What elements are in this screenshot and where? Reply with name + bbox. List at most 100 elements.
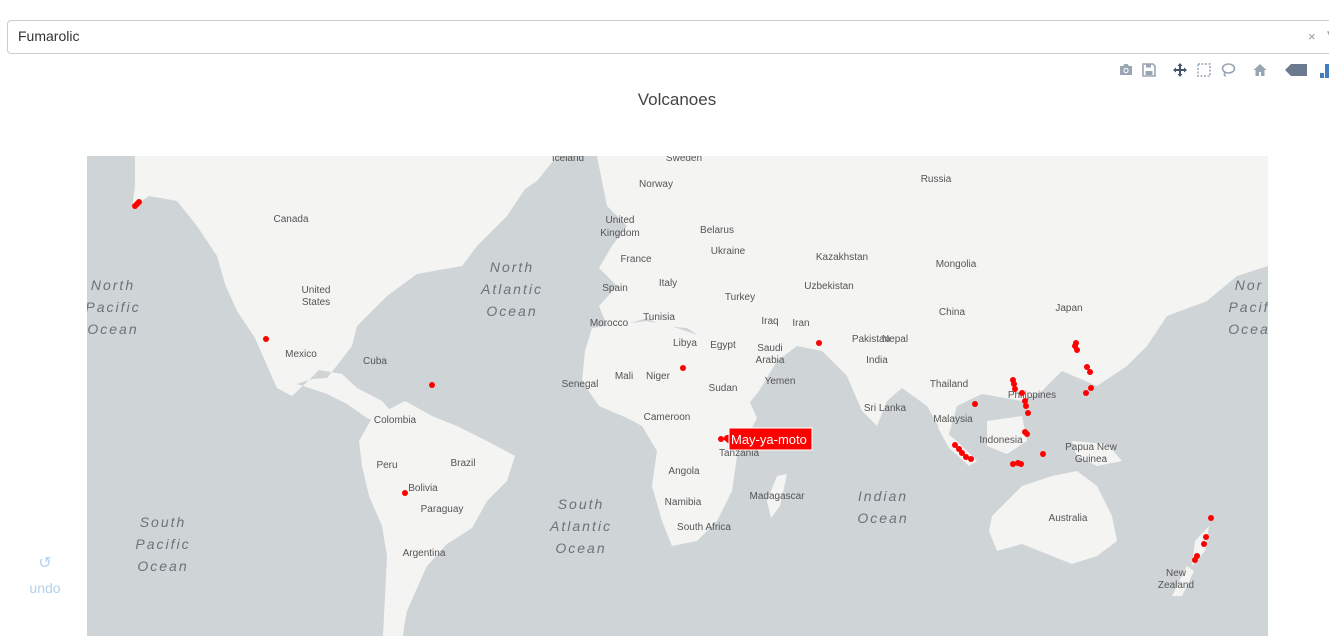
chart-title: Volcanoes xyxy=(637,90,717,109)
volcano-marker[interactable] xyxy=(1087,369,1093,375)
volcano-marker[interactable] xyxy=(402,490,408,496)
map-label: Saudi xyxy=(757,343,783,354)
undo-button[interactable]: ↺ undo xyxy=(25,555,65,597)
map-label: Ocea xyxy=(1228,321,1268,337)
map-label: Tunisia xyxy=(643,312,675,323)
map-label: Egypt xyxy=(710,340,736,351)
volcano-marker[interactable] xyxy=(972,401,978,407)
volcano-marker[interactable] xyxy=(1025,410,1031,416)
map-label: North xyxy=(490,259,534,275)
volcano-marker[interactable] xyxy=(1011,381,1017,387)
volcano-marker[interactable] xyxy=(1074,347,1080,353)
map-label: Atlantic xyxy=(480,281,543,297)
map-label: Pacific xyxy=(135,536,190,552)
save-icon[interactable] xyxy=(1139,60,1159,80)
volcano-marker[interactable] xyxy=(1022,429,1028,435)
map-label: Indian xyxy=(858,488,908,504)
map-label: Ocean xyxy=(555,540,606,556)
map-label: Pacific xyxy=(87,299,141,315)
map-label: Italy xyxy=(659,278,677,289)
map-label: Kingdom xyxy=(600,228,639,239)
map-label: South xyxy=(140,514,187,530)
volcano-marker[interactable] xyxy=(1192,557,1198,563)
volcano-marker[interactable] xyxy=(1022,398,1028,404)
map-label: Brazil xyxy=(450,458,475,469)
map-label: Argentina xyxy=(403,548,446,559)
volcano-marker[interactable] xyxy=(1018,461,1024,467)
home-icon[interactable] xyxy=(1250,60,1270,80)
volcano-marker[interactable] xyxy=(816,340,822,346)
camera-icon[interactable] xyxy=(1116,60,1136,80)
hover-compare-icon[interactable] xyxy=(1316,60,1329,80)
map-label: Senegal xyxy=(562,379,599,390)
map-label: Ocean xyxy=(486,303,537,319)
volcano-marker[interactable] xyxy=(1208,515,1214,521)
map-label: Ocean xyxy=(137,558,188,574)
map-label: South Africa xyxy=(677,522,731,533)
map-label: States xyxy=(302,297,330,308)
clear-selection-icon[interactable]: × xyxy=(1308,29,1316,44)
map-label: Namibia xyxy=(665,497,702,508)
undo-icon: ↺ xyxy=(38,555,52,572)
hover-closest-icon[interactable] xyxy=(1282,60,1308,80)
undo-label: undo xyxy=(29,580,61,596)
map-label: Bolivia xyxy=(408,483,438,494)
map-label: Libya xyxy=(673,338,697,349)
map-label: Malaysia xyxy=(933,414,973,425)
map-label: Ukraine xyxy=(711,246,746,257)
map-label: China xyxy=(939,307,966,318)
volcano-marker[interactable] xyxy=(429,382,435,388)
map-label: Cameroon xyxy=(644,412,691,423)
map-label: Australia xyxy=(1049,513,1088,524)
map-label: India xyxy=(866,355,888,366)
volcano-marker[interactable] xyxy=(1012,386,1018,392)
volcano-marker[interactable] xyxy=(1010,461,1016,467)
volcano-marker[interactable] xyxy=(1203,534,1209,540)
map-label: Iceland xyxy=(552,156,584,164)
map-label: Thailand xyxy=(930,379,968,390)
map-label: Uzbekistan xyxy=(804,281,853,292)
map-label: Yemen xyxy=(765,376,796,387)
volcano-marker[interactable] xyxy=(1040,451,1046,457)
map-label: Sri Lanka xyxy=(864,403,907,414)
volcano-marker[interactable] xyxy=(1084,364,1090,370)
map-label: Pacif xyxy=(1228,299,1268,315)
volcano-map[interactable]: Iceland Sweden Norway Russia Canada United Kin… xyxy=(87,156,1268,636)
volcano-marker[interactable] xyxy=(968,456,974,462)
map-label: Spain xyxy=(602,283,628,294)
map-label: Colombia xyxy=(374,415,417,426)
volcano-marker[interactable] xyxy=(1023,403,1029,409)
volcano-marker[interactable] xyxy=(1019,390,1025,396)
volcano-marker[interactable] xyxy=(680,365,686,371)
volcano-marker[interactable] xyxy=(136,199,142,205)
map-label: Japan xyxy=(1055,303,1082,314)
map-label: Russia xyxy=(921,174,952,185)
volcano-marker[interactable] xyxy=(1083,390,1089,396)
volcano-marker[interactable] xyxy=(263,336,269,342)
map-label: Ocean xyxy=(87,321,138,337)
map-label: North xyxy=(91,277,135,293)
map-label: Canada xyxy=(273,214,308,225)
lasso-icon[interactable] xyxy=(1218,60,1238,80)
map-label: Turkey xyxy=(725,292,755,303)
map-label: Papua New xyxy=(1065,442,1117,453)
volcano-type-dropdown[interactable]: Fumarolic × ▾ xyxy=(7,20,1329,54)
volcano-marker[interactable] xyxy=(1201,541,1207,547)
map-label: Mongolia xyxy=(936,259,977,270)
map-label: Iran xyxy=(792,318,809,329)
map-label: Nepal xyxy=(882,334,908,345)
map-label: Atlantic xyxy=(549,518,612,534)
map-label: Indonesia xyxy=(979,435,1023,446)
hover-label-text: May-ya-moto xyxy=(731,432,807,447)
box-select-icon[interactable] xyxy=(1194,60,1214,80)
map-label: Norway xyxy=(639,179,673,190)
map-label: Cuba xyxy=(363,356,387,367)
map-label: Mexico xyxy=(285,349,317,360)
map-label: Iraq xyxy=(761,316,778,327)
map-label: Sudan xyxy=(709,383,738,394)
pan-icon[interactable] xyxy=(1170,60,1190,80)
map-label: Belarus xyxy=(700,225,734,236)
map-label: Kazakhstan xyxy=(816,252,868,263)
map-label: Morocco xyxy=(590,318,629,329)
volcano-marker[interactable] xyxy=(1088,385,1094,391)
